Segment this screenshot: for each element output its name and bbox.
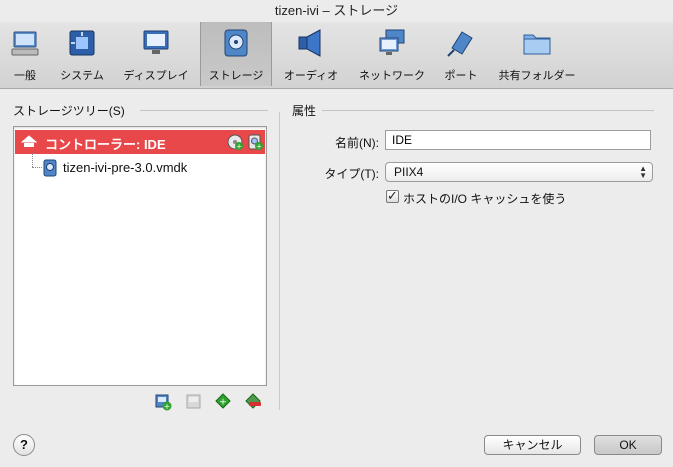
svg-text:+: + (256, 143, 262, 151)
storage-tree[interactable]: コントローラー: IDE + + tizen-ivi-pre-3.0.vmdk (13, 126, 267, 386)
host-io-cache-checkbox[interactable]: ✓ (386, 188, 399, 203)
system-icon (69, 30, 95, 56)
name-input[interactable] (385, 130, 651, 150)
checkmark-icon: ✓ (387, 188, 398, 203)
hard-disk-icon (43, 159, 57, 177)
panel-divider (279, 112, 280, 410)
tab-general[interactable]: 一般 (0, 22, 50, 86)
audio-icon (298, 29, 321, 57)
settings-toolbar: 一般 システム ディスプレイ ストレージ オーディオ ネットワーク ポート 共有… (0, 22, 673, 89)
port-icon (447, 31, 473, 57)
controller-icon (21, 135, 37, 147)
help-button[interactable]: ? (13, 434, 35, 456)
add-optical-drive-icon[interactable]: + (227, 134, 243, 150)
type-select-value: PIIX4 (394, 165, 424, 179)
tab-system[interactable]: システム (52, 22, 112, 86)
svg-text:+: + (219, 398, 227, 408)
tab-shared-folders[interactable]: 共有フォルダー (492, 22, 582, 86)
tab-display[interactable]: ディスプレイ (116, 22, 196, 86)
storage-tree-title: ストレージツリー(S) (13, 104, 125, 118)
tab-display-label: ディスプレイ (123, 70, 189, 82)
tab-ports-label: ポート (444, 70, 478, 82)
tab-network[interactable]: ネットワーク (352, 22, 432, 86)
add-attachment-icon[interactable]: + (214, 393, 232, 411)
tab-storage-label: ストレージ (208, 70, 264, 82)
tab-audio-label: オーディオ (283, 70, 339, 82)
name-label: 名前(N): (335, 136, 379, 150)
type-select[interactable]: PIIX4 ▲ ▼ (385, 162, 653, 182)
host-io-cache-label[interactable]: ホストのI/O キャッシュを使う (403, 190, 566, 207)
remove-controller-icon[interactable] (185, 393, 203, 411)
tree-item-disk[interactable]: tizen-ivi-pre-3.0.vmdk (15, 157, 265, 179)
add-controller-icon[interactable]: + (154, 393, 172, 411)
storage-icon (224, 29, 248, 57)
attributes-title: 属性 (292, 104, 317, 118)
tab-network-label: ネットワーク (359, 70, 425, 82)
storage-tree-separator (140, 110, 268, 111)
disk-label: tizen-ivi-pre-3.0.vmdk (63, 160, 188, 175)
tab-shared-folders-label: 共有フォルダー (498, 70, 576, 82)
controller-label: コントローラー: IDE (45, 137, 166, 152)
tree-item-controller-ide[interactable]: コントローラー: IDE + + (15, 130, 265, 154)
tab-system-label: システム (60, 70, 104, 82)
up-down-arrows-icon: ▲ ▼ (639, 164, 647, 180)
svg-text:+: + (164, 402, 171, 411)
tab-ports[interactable]: ポート (436, 22, 486, 86)
general-icon (11, 31, 39, 56)
tab-storage[interactable]: ストレージ (200, 22, 272, 86)
remove-attachment-icon[interactable] (244, 393, 262, 411)
display-icon (143, 30, 169, 54)
cancel-button[interactable]: キャンセル (484, 435, 581, 455)
window-title: tizen-ivi – ストレージ (274, 3, 399, 18)
svg-text:+: + (236, 143, 242, 151)
tab-general-label: 一般 (14, 70, 36, 82)
type-label: タイプ(T): (324, 167, 379, 181)
add-hard-disk-icon[interactable]: + (247, 134, 263, 150)
shared-folder-icon (523, 34, 551, 55)
tab-audio[interactable]: オーディオ (276, 22, 346, 86)
network-icon (379, 29, 405, 55)
ok-button[interactable]: OK (594, 435, 662, 455)
attributes-separator (322, 110, 654, 111)
